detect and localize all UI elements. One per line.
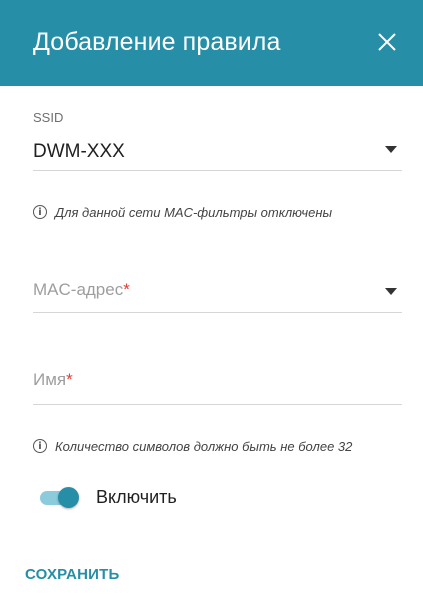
mac-address-select[interactable]: MAC-адрес* xyxy=(33,280,130,300)
dialog-header: Добавление правила xyxy=(0,0,423,86)
ssid-hint-text: Для данной сети MAC-фильтры отключены xyxy=(55,204,333,220)
name-underline xyxy=(33,404,402,405)
ssid-label: SSID xyxy=(33,110,64,125)
enable-label: Включить xyxy=(96,487,177,507)
close-button[interactable] xyxy=(372,27,402,57)
chevron-down-icon[interactable] xyxy=(385,288,397,295)
ssid-select-value[interactable]: DWM-XXX xyxy=(33,141,125,163)
required-mark: * xyxy=(66,370,73,389)
info-icon: i xyxy=(33,205,47,219)
dialog-title: Добавление правила xyxy=(33,28,281,56)
name-input[interactable]: Имя* xyxy=(33,370,73,390)
mac-address-placeholder: MAC-адрес xyxy=(33,280,124,299)
close-icon xyxy=(378,33,396,51)
name-hint-text: Количество символов должно быть не более… xyxy=(55,438,353,454)
required-mark: * xyxy=(123,280,130,299)
info-icon: i xyxy=(33,439,47,453)
mac-underline xyxy=(33,312,402,313)
chevron-down-icon[interactable] xyxy=(385,146,397,153)
name-hint: i Количество символов должно быть не бол… xyxy=(33,436,352,456)
name-placeholder: Имя xyxy=(33,370,67,389)
ssid-hint: i Для данной сети MAC-фильтры отключены xyxy=(33,202,332,222)
toggle-thumb xyxy=(58,487,79,508)
save-button[interactable]: СОХРАНИТЬ xyxy=(25,566,119,583)
ssid-underline xyxy=(33,170,402,171)
enable-toggle[interactable] xyxy=(40,486,79,508)
